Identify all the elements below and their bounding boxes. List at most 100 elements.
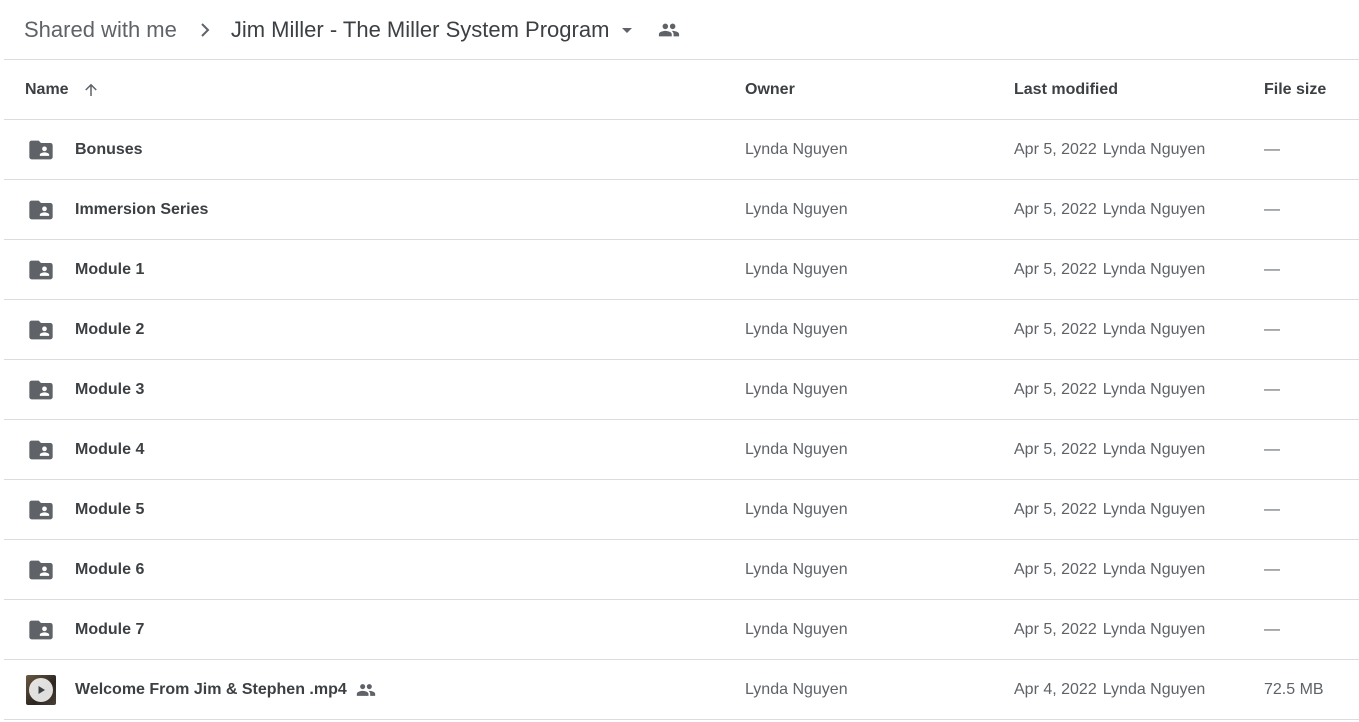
last-modified-cell: Apr 5, 2022 Lynda Nguyen [1014,381,1205,399]
owner-cell: Lynda Nguyen [745,680,848,698]
file-name[interactable]: Welcome From Jim & Stephen .mp4 [75,681,347,699]
last-modified-cell: Apr 5, 2022 Lynda Nguyen [1014,261,1205,279]
file-name[interactable]: Module 1 [75,261,144,279]
file-name[interactable]: Bonuses [75,141,143,159]
column-last-modified-header[interactable]: Last modified [1014,81,1118,99]
row-name-cell: Module 6 [25,554,144,586]
modified-by: Lynda Nguyen [1102,680,1206,698]
shared-people-icon[interactable] [657,18,681,42]
table-header: Name Owner Last modified File size [4,60,1359,120]
shared-folder-icon [25,434,57,466]
row-name-cell: Module 7 [25,614,144,646]
shared-folder-icon [25,314,57,346]
row-name-cell: Module 1 [25,254,144,286]
row-name-cell: Module 4 [25,434,144,466]
file-name[interactable]: Module 5 [75,501,144,519]
modified-by: Lynda Nguyen [1102,260,1206,278]
file-name[interactable]: Module 2 [75,321,144,339]
modified-by: Lynda Nguyen [1102,440,1206,458]
row-name-cell: Module 3 [25,374,144,406]
table-row[interactable]: Bonuses Lynda Nguyen Apr 5, 2022 Lynda Nguy… [4,120,1359,180]
table-row[interactable]: Immersion Series Lynda Nguyen Apr 5, 2022 L… [4,180,1359,240]
modified-by: Lynda Nguyen [1102,620,1206,638]
file-size-cell: 72.5 MB [1264,680,1324,698]
file-size-cell: — [1264,200,1280,218]
modified-by: Lynda Nguyen [1102,380,1206,398]
modified-date: Apr 5, 2022 [1014,440,1097,458]
table-row[interactable]: Welcome From Jim & Stephen .mp4 Lynda Ngu… [4,660,1359,720]
modified-by: Lynda Nguyen [1102,200,1206,218]
shared-folder-icon [25,614,57,646]
file-size-cell: — [1264,500,1280,518]
shared-folder-icon [25,554,57,586]
sort-arrow-up-icon[interactable] [81,80,101,100]
row-name-cell: Module 5 [25,494,144,526]
file-size-cell: — [1264,560,1280,578]
last-modified-cell: Apr 4, 2022 Lynda Nguyen [1014,681,1205,699]
breadcrumb-bar: Shared with me Jim Miller - The Miller S… [0,0,1359,59]
owner-cell: Lynda Nguyen [745,500,848,518]
last-modified-cell: Apr 5, 2022 Lynda Nguyen [1014,201,1205,219]
last-modified-cell: Apr 5, 2022 Lynda Nguyen [1014,501,1205,519]
modified-by: Lynda Nguyen [1102,500,1206,518]
modified-date: Apr 5, 2022 [1014,560,1097,578]
owner-cell: Lynda Nguyen [745,380,848,398]
table-body: Bonuses Lynda Nguyen Apr 5, 2022 Lynda Nguy… [4,120,1359,720]
owner-cell: Lynda Nguyen [745,320,848,338]
modified-date: Apr 5, 2022 [1014,320,1097,338]
file-name[interactable]: Module 4 [75,441,144,459]
file-name[interactable]: Module 6 [75,561,144,579]
modified-date: Apr 5, 2022 [1014,380,1097,398]
modified-by: Lynda Nguyen [1102,560,1206,578]
column-file-size-header[interactable]: File size [1264,81,1326,99]
row-name-cell: Module 2 [25,314,144,346]
modified-date: Apr 5, 2022 [1014,200,1097,218]
owner-cell: Lynda Nguyen [745,140,848,158]
table-row[interactable]: Module 1 Lynda Nguyen Apr 5, 2022 Lynda Ngu… [4,240,1359,300]
file-name[interactable]: Immersion Series [75,201,208,219]
modified-date: Apr 4, 2022 [1014,680,1097,698]
modified-by: Lynda Nguyen [1102,140,1206,158]
file-name[interactable]: Module 3 [75,381,144,399]
modified-date: Apr 5, 2022 [1014,260,1097,278]
modified-date: Apr 5, 2022 [1014,620,1097,638]
column-name-header[interactable]: Name [25,80,101,100]
file-size-cell: — [1264,380,1280,398]
file-list: Name Owner Last modified File size Bonus… [4,60,1359,720]
shared-folder-icon [25,194,57,226]
last-modified-cell: Apr 5, 2022 Lynda Nguyen [1014,141,1205,159]
shared-folder-icon [25,134,57,166]
last-modified-cell: Apr 5, 2022 Lynda Nguyen [1014,621,1205,639]
shared-people-icon [355,679,377,701]
file-size-cell: — [1264,320,1280,338]
file-size-cell: — [1264,620,1280,638]
table-row[interactable]: Module 3 Lynda Nguyen Apr 5, 2022 Lynda Ngu… [4,360,1359,420]
owner-cell: Lynda Nguyen [745,560,848,578]
shared-folder-icon [25,374,57,406]
modified-by: Lynda Nguyen [1102,320,1206,338]
breadcrumb-shared-with-me[interactable]: Shared with me [24,17,177,43]
last-modified-cell: Apr 5, 2022 Lynda Nguyen [1014,321,1205,339]
table-row[interactable]: Module 5 Lynda Nguyen Apr 5, 2022 Lynda Ngu… [4,480,1359,540]
modified-date: Apr 5, 2022 [1014,500,1097,518]
table-row[interactable]: Module 7 Lynda Nguyen Apr 5, 2022 Lynda Ngu… [4,600,1359,660]
column-owner-header[interactable]: Owner [745,81,795,99]
breadcrumb-current-folder[interactable]: Jim Miller - The Miller System Program [231,17,610,43]
row-name-cell: Welcome From Jim & Stephen .mp4 [25,674,377,706]
file-size-cell: — [1264,440,1280,458]
file-name[interactable]: Module 7 [75,621,144,639]
column-name-label: Name [25,80,69,98]
table-row[interactable]: Module 2 Lynda Nguyen Apr 5, 2022 Lynda Ngu… [4,300,1359,360]
video-thumbnail-icon [25,674,57,706]
shared-folder-icon [25,254,57,286]
table-row[interactable]: Module 6 Lynda Nguyen Apr 5, 2022 Lynda Ngu… [4,540,1359,600]
file-size-cell: — [1264,140,1280,158]
play-icon [29,677,53,702]
file-size-cell: — [1264,260,1280,278]
last-modified-cell: Apr 5, 2022 Lynda Nguyen [1014,561,1205,579]
caret-down-icon[interactable] [615,18,639,42]
owner-cell: Lynda Nguyen [745,260,848,278]
owner-cell: Lynda Nguyen [745,440,848,458]
chevron-right-icon [193,18,217,42]
table-row[interactable]: Module 4 Lynda Nguyen Apr 5, 2022 Lynda Ngu… [4,420,1359,480]
